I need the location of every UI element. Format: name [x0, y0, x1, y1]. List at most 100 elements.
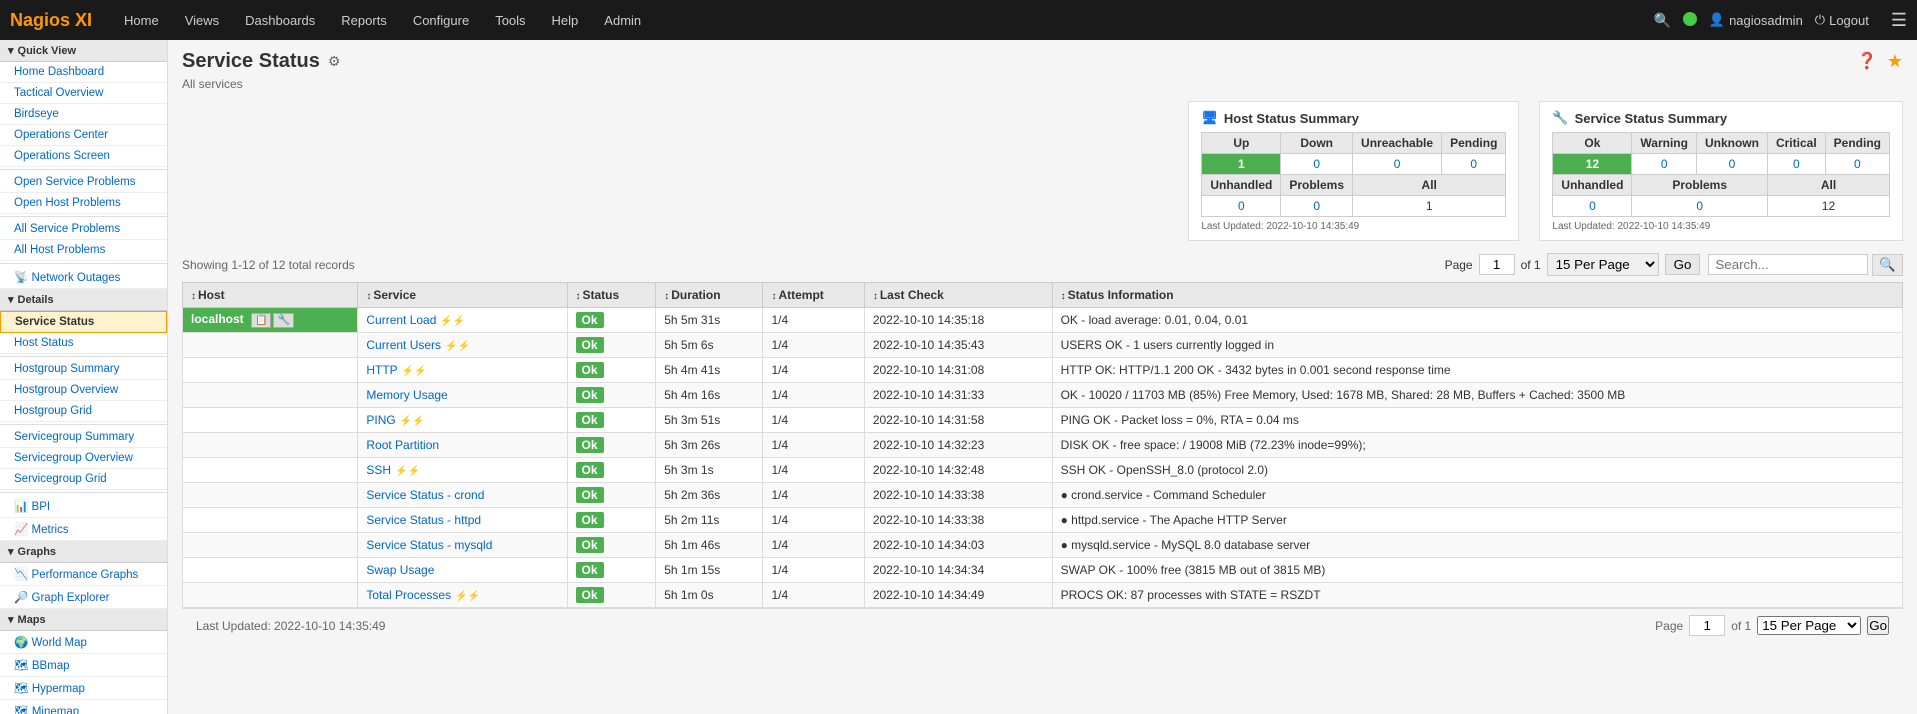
quick-view-header[interactable]: ▾ Quick View [0, 40, 167, 62]
favorite-icon[interactable]: ★ [1887, 51, 1903, 72]
col-service[interactable]: ↕Service [358, 283, 567, 308]
sidebar-item-service-status[interactable]: Service Status [0, 311, 167, 333]
service-icon[interactable]: ⚡⚡ [445, 341, 470, 352]
go-button-bottom[interactable]: Go [1867, 616, 1889, 635]
col-duration[interactable]: ↕Duration [656, 283, 763, 308]
sidebar-item-operations-center[interactable]: Operations Center [0, 125, 167, 146]
go-button-top[interactable]: Go [1665, 254, 1701, 275]
service-link[interactable]: Memory Usage [366, 388, 447, 402]
host-icon-2[interactable]: 🔧 [273, 313, 293, 328]
service-link[interactable]: Service Status - mysqld [366, 538, 492, 552]
sidebar-item-servicegroup-grid[interactable]: Servicegroup Grid [0, 469, 167, 490]
svc-ok-val[interactable]: 12 [1553, 154, 1632, 175]
per-page-select-bottom[interactable]: 15 Per Page 25 Per Page 50 Per Page 100 … [1757, 616, 1861, 635]
sidebar-item-hypermap[interactable]: 🗺 Hypermap [0, 677, 167, 700]
nav-configure[interactable]: Configure [401, 0, 481, 40]
settings-icon[interactable]: ⚙ [328, 53, 341, 70]
table-row: Service Status - httpdOk5h 2m 11s1/42022… [183, 508, 1903, 533]
logout-button[interactable]: ⏻ Logout [1815, 12, 1869, 28]
host-up-val[interactable]: 1 [1202, 154, 1281, 175]
col-status[interactable]: ↕Status [567, 283, 656, 308]
sidebar-item-network-outages[interactable]: 📡 Network Outages [0, 266, 167, 289]
svc-critical-val[interactable]: 0 [1767, 154, 1825, 175]
sidebar-item-host-status[interactable]: Host Status [0, 333, 167, 354]
sidebar-item-metrics[interactable]: 📈 Metrics [0, 518, 167, 541]
service-link[interactable]: Root Partition [366, 438, 439, 452]
host-down-val[interactable]: 0 [1281, 154, 1353, 175]
sidebar-item-hostgroup-summary[interactable]: Hostgroup Summary [0, 359, 167, 380]
service-link[interactable]: Swap Usage [366, 563, 434, 577]
details-header[interactable]: ▾ Details [0, 289, 167, 311]
sidebar-item-servicegroup-summary[interactable]: Servicegroup Summary [0, 427, 167, 448]
nav-help[interactable]: Help [540, 0, 591, 40]
service-link[interactable]: HTTP [366, 363, 397, 377]
sidebar-item-perf-graphs[interactable]: 📉 Performance Graphs [0, 563, 167, 586]
svc-pending-val[interactable]: 0 [1825, 154, 1889, 175]
service-link[interactable]: SSH [366, 463, 391, 477]
host-unhandled-val[interactable]: 0 [1202, 196, 1281, 217]
svc-problems-val[interactable]: 0 [1632, 196, 1768, 217]
sidebar-item-hostgroup-grid[interactable]: Hostgroup Grid [0, 401, 167, 422]
search-input[interactable] [1708, 254, 1868, 275]
service-link[interactable]: Total Processes [366, 588, 451, 602]
service-link[interactable]: Service Status - httpd [366, 513, 481, 527]
page-input-bottom[interactable] [1689, 615, 1725, 636]
service-link[interactable]: PING [366, 413, 395, 427]
host-pending-val[interactable]: 0 [1442, 154, 1506, 175]
sidebar-item-home-dashboard[interactable]: Home Dashboard [0, 62, 167, 83]
per-page-select-top[interactable]: 15 Per Page 25 Per Page 50 Per Page 100 … [1547, 253, 1659, 276]
nav-reports[interactable]: Reports [329, 0, 399, 40]
svc-all-val[interactable]: 12 [1767, 196, 1889, 217]
nav-home[interactable]: Home [112, 0, 171, 40]
host-all-val[interactable]: 1 [1353, 196, 1506, 217]
col-info[interactable]: ↕Status Information [1052, 283, 1902, 308]
sidebar-item-bbmap[interactable]: 🗺 BBmap [0, 654, 167, 677]
sidebar-item-open-service-problems[interactable]: Open Service Problems [0, 172, 167, 193]
maps-header[interactable]: ▾ Maps [0, 609, 167, 631]
sidebar-item-open-host-problems[interactable]: Open Host Problems [0, 193, 167, 214]
host-icon-1[interactable]: 📋 [251, 313, 271, 328]
service-icon[interactable]: ⚡⚡ [440, 316, 465, 327]
sidebar-item-servicegroup-overview[interactable]: Servicegroup Overview [0, 448, 167, 469]
service-icon[interactable]: ⚡⚡ [455, 591, 480, 602]
sidebar-item-birdseye[interactable]: Birdseye [0, 104, 167, 125]
col-attempt[interactable]: ↕Attempt [763, 283, 864, 308]
svc-warning-val[interactable]: 0 [1632, 154, 1697, 175]
sidebar-item-graph-explorer[interactable]: 🔎 Graph Explorer [0, 586, 167, 609]
col-host[interactable]: ↕Host [183, 283, 358, 308]
page-title: Service Status [182, 50, 320, 73]
graphs-header[interactable]: ▾ Graphs [0, 541, 167, 563]
nav-admin[interactable]: Admin [592, 0, 653, 40]
page-input-top[interactable] [1479, 254, 1515, 275]
nav-dashboards[interactable]: Dashboards [233, 0, 327, 40]
sidebar-item-all-service-problems[interactable]: All Service Problems [0, 219, 167, 240]
sidebar-item-all-host-problems[interactable]: All Host Problems [0, 240, 167, 261]
svc-unknown-val[interactable]: 0 [1696, 154, 1767, 175]
hamburger-menu[interactable]: ☰ [1891, 10, 1907, 31]
host-link[interactable]: localhost [191, 312, 244, 326]
sidebar-item-bpi[interactable]: 📊 BPI [0, 495, 167, 518]
service-icon[interactable]: ⚡⚡ [400, 416, 425, 427]
help-icon[interactable]: ❓ [1857, 51, 1877, 72]
user-menu[interactable]: 👤 nagiosadmin [1709, 12, 1803, 28]
sidebar-item-minemap[interactable]: 🗺 Minemap [0, 700, 167, 714]
sidebar-item-operations-screen[interactable]: Operations Screen [0, 146, 167, 167]
service-link[interactable]: Current Load [366, 313, 436, 327]
service-link[interactable]: Service Status - crond [366, 488, 484, 502]
sidebar-item-tactical-overview[interactable]: Tactical Overview [0, 83, 167, 104]
service-link[interactable]: Current Users [366, 338, 441, 352]
host-unreachable-val[interactable]: 0 [1353, 154, 1442, 175]
status-badge: Ok [576, 537, 604, 553]
logo[interactable]: Nagios XI [10, 10, 92, 31]
sidebar-item-world-map[interactable]: 🌍 World Map [0, 631, 167, 654]
nav-tools[interactable]: Tools [483, 0, 537, 40]
service-icon[interactable]: ⚡⚡ [402, 366, 427, 377]
service-icon[interactable]: ⚡⚡ [395, 466, 420, 477]
host-problems-val[interactable]: 0 [1281, 196, 1353, 217]
svc-unhandled-val[interactable]: 0 [1553, 196, 1632, 217]
search-icon[interactable]: 🔍 [1653, 12, 1670, 29]
nav-views[interactable]: Views [173, 0, 231, 40]
col-last-check[interactable]: ↕Last Check [864, 283, 1052, 308]
search-button[interactable]: 🔍 [1872, 254, 1903, 276]
sidebar-item-hostgroup-overview[interactable]: Hostgroup Overview [0, 380, 167, 401]
